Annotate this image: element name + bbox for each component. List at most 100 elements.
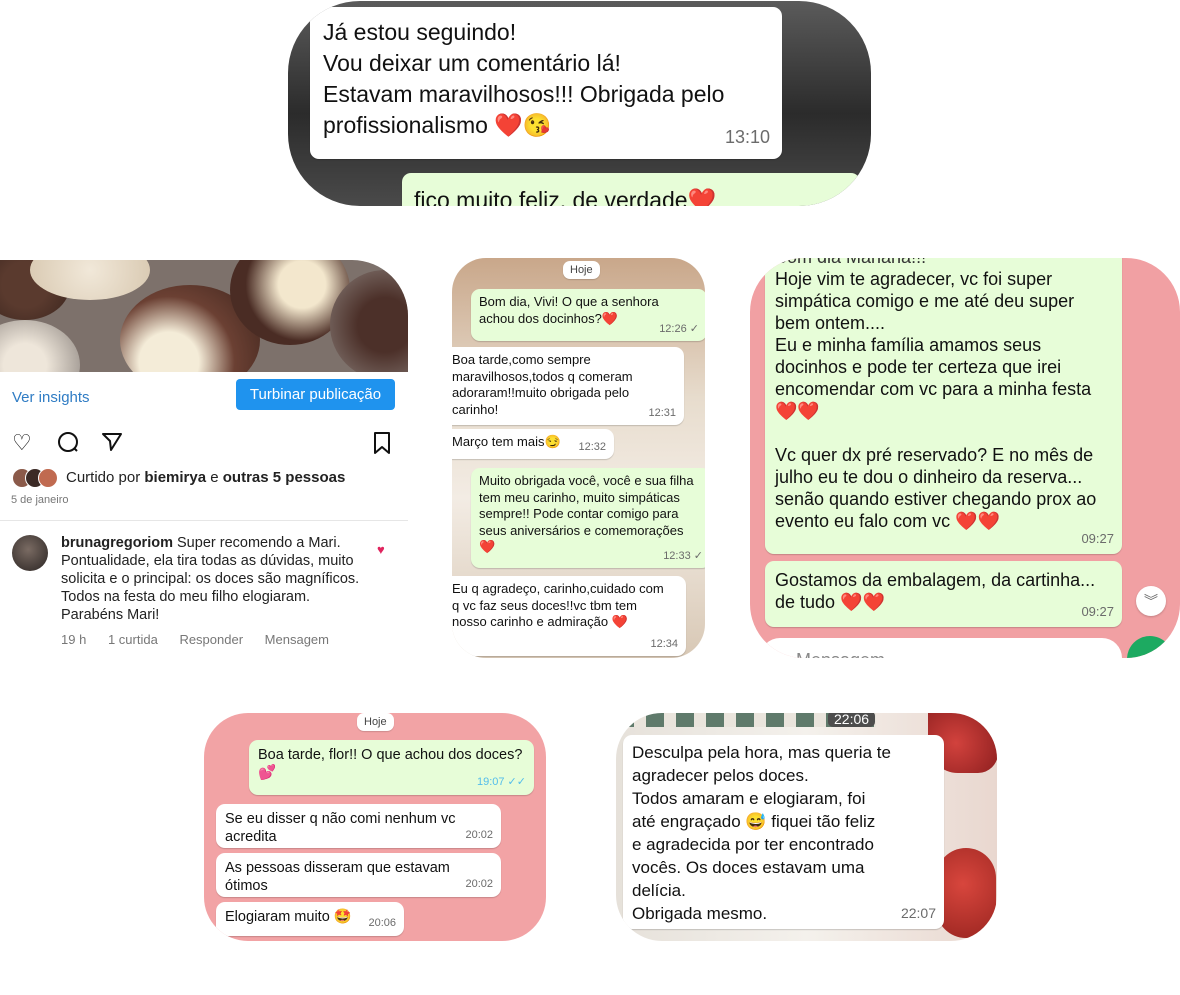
likes-middle: e xyxy=(206,469,223,486)
message-line: Vou deixar um comentário lá! xyxy=(323,50,621,76)
message-time: 20:02 xyxy=(465,829,493,841)
message-line: Muito obrigada você, você e sua filha xyxy=(479,473,694,488)
message-line: As pessoas disseram que estavam xyxy=(225,860,450,876)
message-line: Hoje vim te agradecer, vc foi super xyxy=(775,269,1053,289)
chat-screenshot-2: Hoje Bom dia, Vivi! O que a senhora acho… xyxy=(452,258,705,658)
date-chip: Hoje xyxy=(357,713,394,731)
bookmark-icon[interactable] xyxy=(372,431,392,459)
comment-age: 19 h xyxy=(61,632,87,647)
mic-button[interactable] xyxy=(1127,636,1173,658)
message-line: Estavam maravilhosos!!! Obrigada pelo xyxy=(323,81,725,107)
incoming-message: As pessoas disseram que estavam ótimos 2… xyxy=(216,853,501,897)
message-line: agradecer pelos doces. xyxy=(632,766,809,785)
message-line: Gostamos da embalagem, da cartinha... xyxy=(775,570,1096,590)
incoming-message: Eu q agradeço, carinho,cuidado com q vc … xyxy=(452,576,686,656)
comment-likes[interactable]: 1 curtida xyxy=(108,632,158,647)
outgoing-message: fico muito feliz, de verdade❤️ xyxy=(402,173,860,206)
message-input[interactable]: Mensagem xyxy=(760,638,1122,658)
chat-screenshot-1: Já estou seguindo! Vou deixar um comentá… xyxy=(288,1,871,206)
incoming-message: Boa tarde,como sempre maravilhosos,todos… xyxy=(452,347,684,425)
message-line: carinho! xyxy=(452,401,499,417)
heart-icon[interactable]: ♡ xyxy=(12,432,32,454)
chat-screenshot-3: Bom dia Mariana!!! Hoje vim te agradecer… xyxy=(750,258,1180,658)
message-line: Bom dia Mariana!!! xyxy=(775,258,1112,268)
chat-screenshot-5: 22:06 Desculpa pela hora, mas queria te … xyxy=(616,713,997,941)
message-time: 12:33 ✓ xyxy=(663,549,703,562)
message-line: encomendar com vc para a minha festa xyxy=(775,379,1092,399)
message-time: 20:06 xyxy=(368,917,396,929)
message-line: vocês. Os doces estavam uma xyxy=(632,858,865,877)
message-line: até engraçado 😅 fiquei tão feliz xyxy=(632,812,876,831)
message-line: maravilhosos,todos q comeram xyxy=(452,368,633,384)
message-line: delícia. xyxy=(632,881,686,900)
message-line: julho eu te dou o dinheiro da reserva... xyxy=(775,467,1083,487)
message-line: evento eu falo com vc ❤️❤️ xyxy=(775,511,1000,531)
incoming-message: Já estou seguindo! Vou deixar um comentá… xyxy=(310,7,782,159)
message-line: Boa tarde,como sempre xyxy=(452,352,591,367)
message-line: Bom dia, Vivi! O que a senhora xyxy=(479,294,659,309)
message-line: simpática comigo e me até deu super xyxy=(775,291,1075,311)
reply-link[interactable]: Responder xyxy=(179,632,243,647)
message-line: senão quando estiver chegando prox ao xyxy=(775,489,1097,509)
message-line: Vc quer dx pré reservado? E no mês de xyxy=(775,445,1094,465)
message-time: 12:34 xyxy=(650,637,678,650)
message-link[interactable]: Mensagem xyxy=(265,632,329,647)
chat-screenshot-4: Hoje Boa tarde, flor!! O que achou dos d… xyxy=(204,713,546,941)
message-line: sempre!! Pode contar comigo para xyxy=(479,506,679,521)
message-line: fico muito feliz, de verdade❤️ xyxy=(414,187,717,206)
message-line: Obrigada mesmo. xyxy=(632,904,768,923)
chevron-down-icon: ︾ xyxy=(1144,593,1158,609)
message-line: docinhos e pode ter certeza que irei xyxy=(775,357,1062,377)
post-date: 5 de janeiro xyxy=(11,494,69,506)
comment-icon[interactable] xyxy=(56,430,80,458)
message-time: 22:07 xyxy=(900,905,936,921)
comment-like-icon[interactable]: ♥ xyxy=(377,542,385,557)
comment-meta: 19 h 1 curtida Responder Mensagem xyxy=(61,632,347,647)
message-time: 09:27 xyxy=(1081,531,1114,546)
message-line: seus aniversários e comemorações xyxy=(479,522,684,538)
message-line: acredita xyxy=(225,829,277,845)
message-line: Boa tarde, flor!! O que achou dos doces? xyxy=(258,747,523,763)
message-line: e agradecida por ter encontrado xyxy=(632,835,874,854)
message-line: Eu e minha família amamos seus xyxy=(775,335,1042,355)
incoming-message: Se eu disser q não comi nenhum vc acredi… xyxy=(216,804,501,848)
outgoing-message: Bom dia Mariana!!! Hoje vim te agradecer… xyxy=(765,258,1122,554)
message-line: Se eu disser q não comi nenhum vc xyxy=(225,811,456,827)
message-time: 19:07 ✓✓ xyxy=(476,776,526,788)
comment-username[interactable]: brunagregoriom xyxy=(61,535,173,551)
message-input-placeholder: Mensagem xyxy=(796,650,885,658)
likes-summary: Curtido por biemirya e outras 5 pessoas xyxy=(66,469,345,486)
share-icon[interactable] xyxy=(100,430,124,458)
message-time: 20:02 xyxy=(465,878,493,890)
top-time: 22:06 xyxy=(828,713,876,727)
message-line: Eu q agradeço, carinho,cuidado com xyxy=(452,581,664,596)
incoming-message: Março tem mais😏 12:32 xyxy=(452,429,614,459)
liker-avatars xyxy=(12,468,60,488)
message-line: de tudo ❤️❤️ xyxy=(775,592,885,612)
outgoing-message: Boa tarde, flor!! O que achou dos doces?… xyxy=(249,740,534,795)
outgoing-message: Bom dia, Vivi! O que a senhora achou dos… xyxy=(471,289,705,341)
message-line: ❤️❤️ xyxy=(775,401,820,421)
boost-post-button[interactable]: Turbinar publicação xyxy=(236,379,395,410)
message-line: Já estou seguindo! xyxy=(323,19,517,45)
liker-username[interactable]: biemirya xyxy=(144,469,206,486)
incoming-message: Desculpa pela hora, mas queria te agrade… xyxy=(623,735,944,929)
view-insights-link[interactable]: Ver insights xyxy=(12,389,90,406)
message-line: ótimos xyxy=(225,878,268,894)
post-photo xyxy=(0,260,408,372)
incoming-message: Elogiaram muito 🤩 20:06 xyxy=(216,902,404,936)
likes-prefix: Curtido por xyxy=(66,469,145,486)
likes-others[interactable]: outras 5 pessoas xyxy=(223,469,346,486)
scroll-down-button[interactable]: ︾ xyxy=(1136,586,1166,616)
message-line: tem meu carinho, muito simpáticas xyxy=(479,489,680,505)
message-time: 13:10 xyxy=(724,127,770,147)
avatar[interactable] xyxy=(12,535,48,571)
message-time: 12:26 ✓ xyxy=(659,322,699,335)
date-chip: Hoje xyxy=(563,261,600,279)
message-line: nosso carinho e admiração ❤️ xyxy=(452,614,628,629)
message-line: profissionalismo ❤️😘 xyxy=(323,112,552,138)
message-line xyxy=(775,422,1112,444)
instagram-post-screenshot: Ver insights Turbinar publicação ♡ Curti… xyxy=(0,260,408,660)
outgoing-message: Gostamos da embalagem, da cartinha... de… xyxy=(765,561,1122,627)
comment-text: brunagregoriom Super recomendo a Mari. P… xyxy=(61,534,361,624)
